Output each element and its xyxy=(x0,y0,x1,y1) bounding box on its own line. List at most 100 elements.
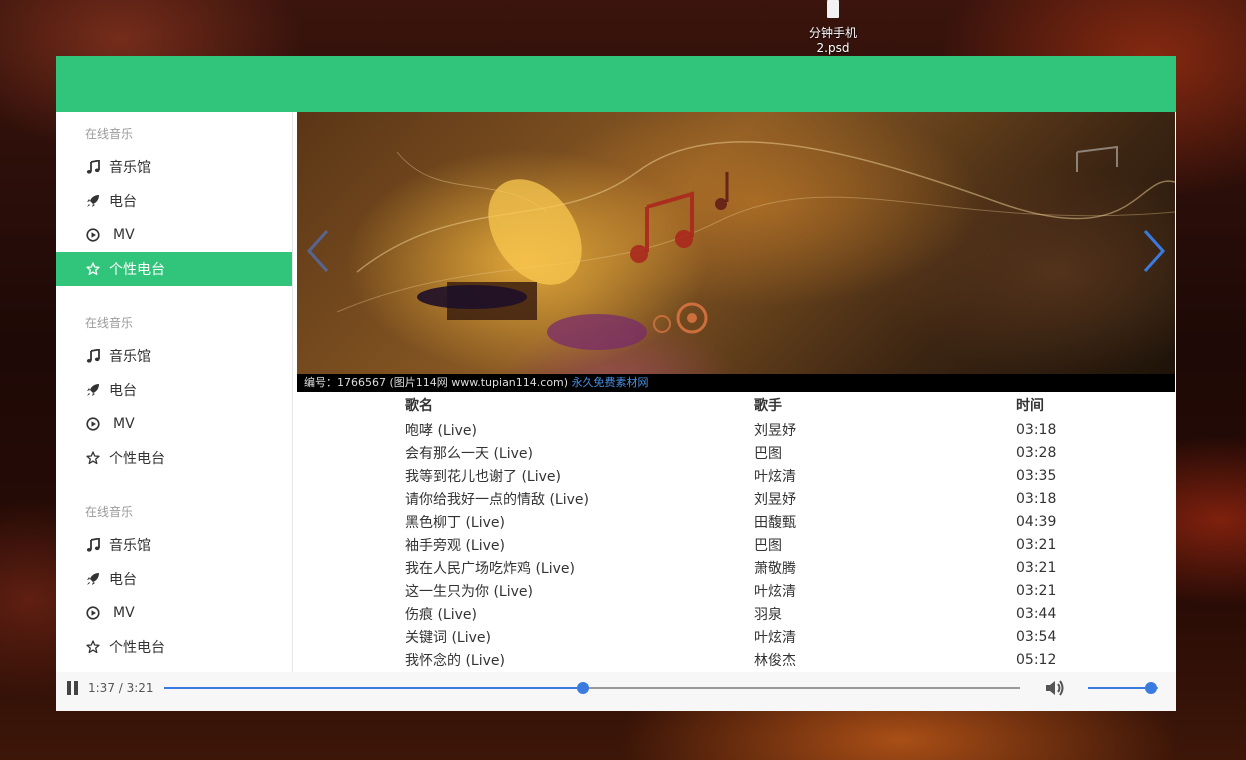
sidebar-item-label: MV xyxy=(113,605,135,621)
sidebar-group-title: 在线音乐 xyxy=(85,316,134,330)
sidebar-group-title: 在线音乐 xyxy=(85,505,134,519)
song-name: 伤痕 (Live) xyxy=(405,606,477,623)
playback-time: 1:37 / 3:21 xyxy=(88,681,154,695)
song-row[interactable]: 这一生只为你 (Live) 叶炫清 03:21 xyxy=(297,579,1175,602)
song-artist: 刘昱妤 xyxy=(754,491,796,508)
progress-handle[interactable] xyxy=(577,682,590,694)
song-duration: 03:18 xyxy=(1016,421,1057,438)
star-icon xyxy=(85,639,101,655)
sidebar-item-personal-radio[interactable]: 个性电台 xyxy=(56,252,292,286)
player-bar: 1:37 / 3:21 xyxy=(56,672,1176,711)
song-row[interactable]: 伤痕 (Live) 羽泉 03:44 xyxy=(297,602,1175,625)
sidebar-item-label: 电台 xyxy=(109,383,137,399)
sidebar-item-label: 个性电台 xyxy=(109,262,165,278)
sidebar-item-label: 音乐馆 xyxy=(109,160,151,176)
play-circle-icon xyxy=(85,605,101,621)
song-name: 会有那么一天 (Live) xyxy=(405,445,533,462)
sidebar-item-label: 个性电台 xyxy=(109,451,165,467)
song-name: 请你给我好一点的情敌 (Live) xyxy=(405,491,589,508)
song-duration: 03:21 xyxy=(1016,536,1057,553)
song-artist: 田馥甄 xyxy=(754,514,796,531)
rocket-icon xyxy=(85,571,101,587)
sidebar-item-personal-radio[interactable]: 个性电台 xyxy=(56,441,292,475)
song-name: 咆哮 (Live) xyxy=(405,422,477,439)
song-duration: 05:12 xyxy=(1016,651,1057,668)
sidebar-item-label: 电台 xyxy=(109,194,137,210)
header-artist: 歌手 xyxy=(754,398,782,414)
song-artist: 羽泉 xyxy=(754,606,782,623)
sidebar-item-music-hall[interactable]: 音乐馆 xyxy=(56,150,292,184)
volume-icon[interactable] xyxy=(1044,678,1066,698)
sidebar-item-mv[interactable]: MV xyxy=(56,218,292,252)
progress-fill xyxy=(164,687,584,689)
rocket-icon xyxy=(85,193,101,209)
sidebar-item-label: 个性电台 xyxy=(109,640,165,656)
carousel-prev-arrow[interactable] xyxy=(303,227,333,275)
song-row[interactable]: 我等到花儿也谢了 (Live) 叶炫清 03:35 xyxy=(297,464,1175,487)
song-name: 我怀念的 (Live) xyxy=(405,652,505,669)
sidebar-group: 在线音乐音乐馆电台 MV 个性电台 xyxy=(56,490,292,679)
song-row[interactable]: 我怀念的 (Live) 林俊杰 05:12 xyxy=(297,648,1175,671)
volume-fill xyxy=(1088,687,1151,689)
song-artist: 林俊杰 xyxy=(754,652,796,669)
sidebar-group: 在线音乐音乐馆电台 MV 个性电台 xyxy=(56,301,292,490)
song-duration: 03:21 xyxy=(1016,559,1057,576)
song-duration: 03:44 xyxy=(1016,605,1057,622)
sidebar-item-radio[interactable]: 电台 xyxy=(56,373,292,407)
header-song-name: 歌名 xyxy=(405,398,433,414)
volume-handle[interactable] xyxy=(1145,682,1157,694)
music-note-icon xyxy=(85,537,101,553)
play-circle-icon xyxy=(85,416,101,432)
rocket-icon xyxy=(85,382,101,398)
carousel-next-arrow[interactable] xyxy=(1139,227,1169,275)
music-note-icon xyxy=(85,348,101,364)
volume-slider[interactable] xyxy=(1088,682,1158,694)
song-row[interactable]: 袖手旁观 (Live) 巴图 03:21 xyxy=(297,533,1175,556)
psd-file-icon xyxy=(827,0,839,18)
sidebar-item-personal-radio[interactable]: 个性电台 xyxy=(56,630,292,664)
sidebar-item-radio[interactable]: 电台 xyxy=(56,562,292,596)
sidebar: 在线音乐 音乐馆 电台 MV 个性电台 在线音乐 音乐馆 电台 MV 个性电台 在线音乐 音乐馆 电台 M… xyxy=(56,112,293,672)
pause-icon[interactable] xyxy=(66,681,80,695)
header-duration: 时间 xyxy=(1016,398,1044,414)
sidebar-item-label: MV xyxy=(113,416,135,432)
progress-slider[interactable] xyxy=(164,682,1020,694)
song-artist: 萧敬腾 xyxy=(754,560,796,577)
sidebar-item-mv[interactable]: MV xyxy=(56,407,292,441)
sidebar-item-mv[interactable]: MV xyxy=(56,596,292,630)
sidebar-item-label: 电台 xyxy=(109,572,137,588)
song-name: 黑色柳丁 (Live) xyxy=(405,514,505,531)
banner-caption: 编号：1766567 (图片114网 www.tupian114.com) 永久… xyxy=(297,374,1175,392)
song-artist: 刘昱妤 xyxy=(754,422,796,439)
sidebar-item-label: 音乐馆 xyxy=(109,538,151,554)
sidebar-item-radio[interactable]: 电台 xyxy=(56,184,292,218)
song-duration: 03:21 xyxy=(1016,582,1057,599)
song-duration: 03:28 xyxy=(1016,444,1057,461)
song-duration: 03:54 xyxy=(1016,628,1057,645)
desktop-file-label-2: 2.psd xyxy=(816,41,850,55)
song-row[interactable]: 黑色柳丁 (Live) 田馥甄 04:39 xyxy=(297,510,1175,533)
song-artist: 巴图 xyxy=(754,445,782,462)
song-name: 我在人民广场吃炸鸡 (Live) xyxy=(405,560,575,577)
song-row[interactable]: 我在人民广场吃炸鸡 (Live) 萧敬腾 03:21 xyxy=(297,556,1175,579)
song-artist: 叶炫清 xyxy=(754,583,796,600)
song-row[interactable]: 关键词 (Live) 叶炫清 03:54 xyxy=(297,625,1175,648)
desktop-file-label-1: 分钟手机 xyxy=(808,26,857,40)
carousel-banner: 编号：1766567 (图片114网 www.tupian114.com) 永久… xyxy=(297,112,1175,392)
song-name: 我等到花儿也谢了 (Live) xyxy=(405,468,561,485)
song-row[interactable]: 请你给我好一点的情敌 (Live) 刘昱妤 03:18 xyxy=(297,487,1175,510)
song-name: 袖手旁观 (Live) xyxy=(405,537,505,554)
music-player-window: 在线音乐 音乐馆 电台 MV 个性电台 在线音乐 音乐馆 电台 MV 个性电台 在线音乐 音乐馆 电台 M… xyxy=(56,56,1176,711)
song-duration: 03:35 xyxy=(1016,467,1057,484)
sidebar-item-music-hall[interactable]: 音乐馆 xyxy=(56,339,292,373)
song-artist: 叶炫清 xyxy=(754,468,796,485)
song-row[interactable]: 咆哮 (Live) 刘昱妤 03:18 xyxy=(297,418,1175,441)
song-row[interactable]: 会有那么一天 (Live) 巴图 03:28 xyxy=(297,441,1175,464)
song-duration: 03:18 xyxy=(1016,490,1057,507)
song-artist: 巴图 xyxy=(754,537,782,554)
song-table-header: 歌名 歌手 时间 xyxy=(297,392,1175,418)
play-circle-icon xyxy=(85,227,101,243)
sidebar-item-music-hall[interactable]: 音乐馆 xyxy=(56,528,292,562)
desktop-file-icon[interactable]: 分钟手机 2.psd xyxy=(800,0,866,56)
star-icon xyxy=(85,261,101,277)
